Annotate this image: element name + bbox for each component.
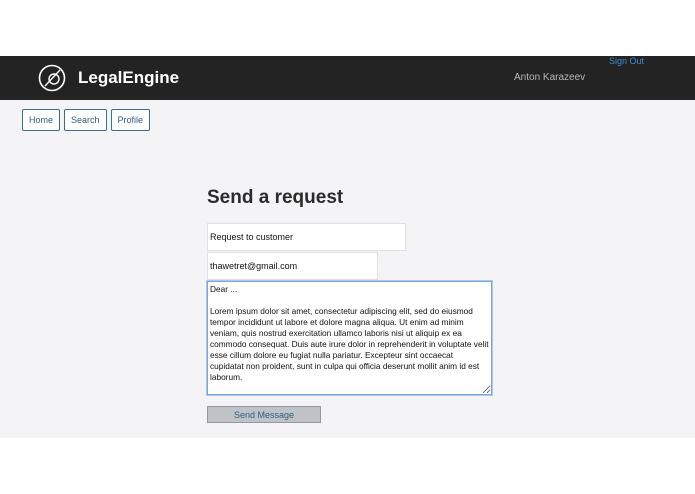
top-header: LegalEngine Anton Karazeev Sign Out bbox=[0, 56, 695, 100]
profile-button[interactable]: Profile bbox=[110, 109, 151, 131]
search-button[interactable]: Search bbox=[64, 109, 107, 131]
page: LegalEngine Anton Karazeev Sign Out Home… bbox=[0, 0, 695, 494]
subject-input[interactable] bbox=[207, 223, 406, 251]
app-container: LegalEngine Anton Karazeev Sign Out Home… bbox=[0, 56, 695, 438]
email-input[interactable] bbox=[207, 252, 378, 280]
user-name: Anton Karazeev bbox=[514, 72, 586, 83]
sign-out-link[interactable]: Sign Out bbox=[609, 56, 644, 66]
brand-title: LegalEngine bbox=[78, 68, 180, 87]
nav-bar: Home Search Profile bbox=[22, 109, 151, 131]
legalengine-logo-icon bbox=[38, 64, 66, 92]
send-message-button[interactable]: Send Message bbox=[207, 406, 321, 423]
page-title: Send a request bbox=[207, 187, 344, 208]
home-button[interactable]: Home bbox=[22, 109, 61, 131]
message-textarea[interactable]: Dear ... Lorem ipsum dolor sit amet, con… bbox=[207, 281, 492, 395]
